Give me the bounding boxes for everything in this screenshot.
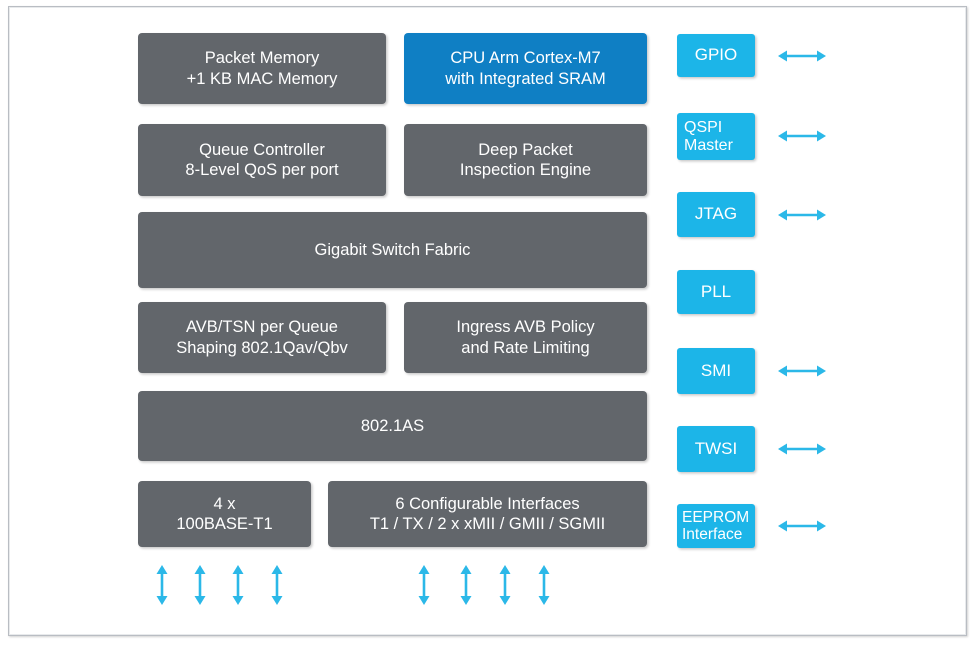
block-eeprom-interface: EEPROM Interface	[677, 504, 755, 548]
block-queue-controller: Queue Controller 8-Level QoS per port	[138, 124, 386, 196]
block-gpio: GPIO	[677, 34, 755, 77]
block-configurable-intf: 6 Configurable Interfaces T1 / TX / 2 x …	[328, 481, 647, 547]
block-switch-fabric: Gigabit Switch Fabric	[138, 212, 647, 288]
block-packet-memory: Packet Memory +1 KB MAC Memory	[138, 33, 386, 104]
diagram-canvas: Packet Memory +1 KB MAC Memory CPU Arm Co…	[0, 0, 977, 650]
block-twsi: TWSI	[677, 426, 755, 472]
block-ingress-avb: Ingress AVB Policy and Rate Limiting	[404, 302, 647, 373]
block-avb-tsn-shaping: AVB/TSN per Queue Shaping 802.1Qav/Qbv	[138, 302, 386, 373]
block-deep-packet: Deep Packet Inspection Engine	[404, 124, 647, 196]
block-802-1as: 802.1AS	[138, 391, 647, 461]
block-pll: PLL	[677, 270, 755, 314]
block-smi: SMI	[677, 348, 755, 394]
block-100base-t1: 4 x 100BASE-T1	[138, 481, 311, 547]
block-jtag: JTAG	[677, 192, 755, 237]
block-qspi-master: QSPI Master	[677, 113, 755, 160]
block-cpu: CPU Arm Cortex-M7 with Integrated SRAM	[404, 33, 647, 104]
